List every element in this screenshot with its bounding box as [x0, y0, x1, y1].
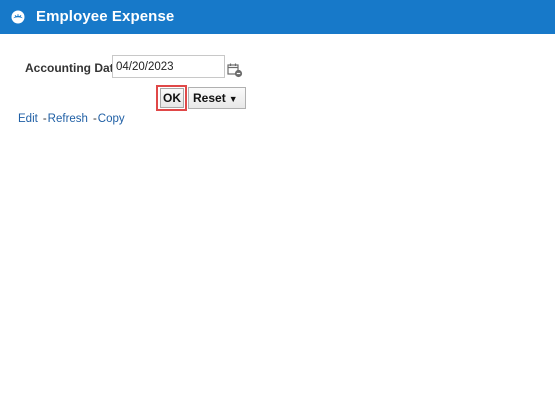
refresh-link[interactable]: Refresh: [48, 113, 88, 125]
edit-link[interactable]: Edit: [18, 113, 38, 125]
reset-button[interactable]: Reset ▼: [188, 87, 246, 109]
link-separator: -: [42, 113, 47, 125]
accounting-date-label: Accounting Date: [25, 61, 121, 75]
accounting-date-input[interactable]: [112, 55, 225, 78]
header-bar: Employee Expense: [0, 0, 555, 34]
calendar-icon[interactable]: [227, 62, 243, 78]
copy-link[interactable]: Copy: [98, 113, 125, 125]
app-logo-icon: [11, 10, 25, 24]
dropdown-arrow-icon: ▼: [228, 94, 238, 104]
ok-button[interactable]: OK: [160, 88, 184, 108]
reset-button-label: Reset: [193, 91, 226, 105]
action-links: Edit -Refresh -Copy: [18, 113, 125, 125]
link-separator: -: [92, 113, 97, 125]
page-title: Employee Expense: [36, 8, 175, 25]
